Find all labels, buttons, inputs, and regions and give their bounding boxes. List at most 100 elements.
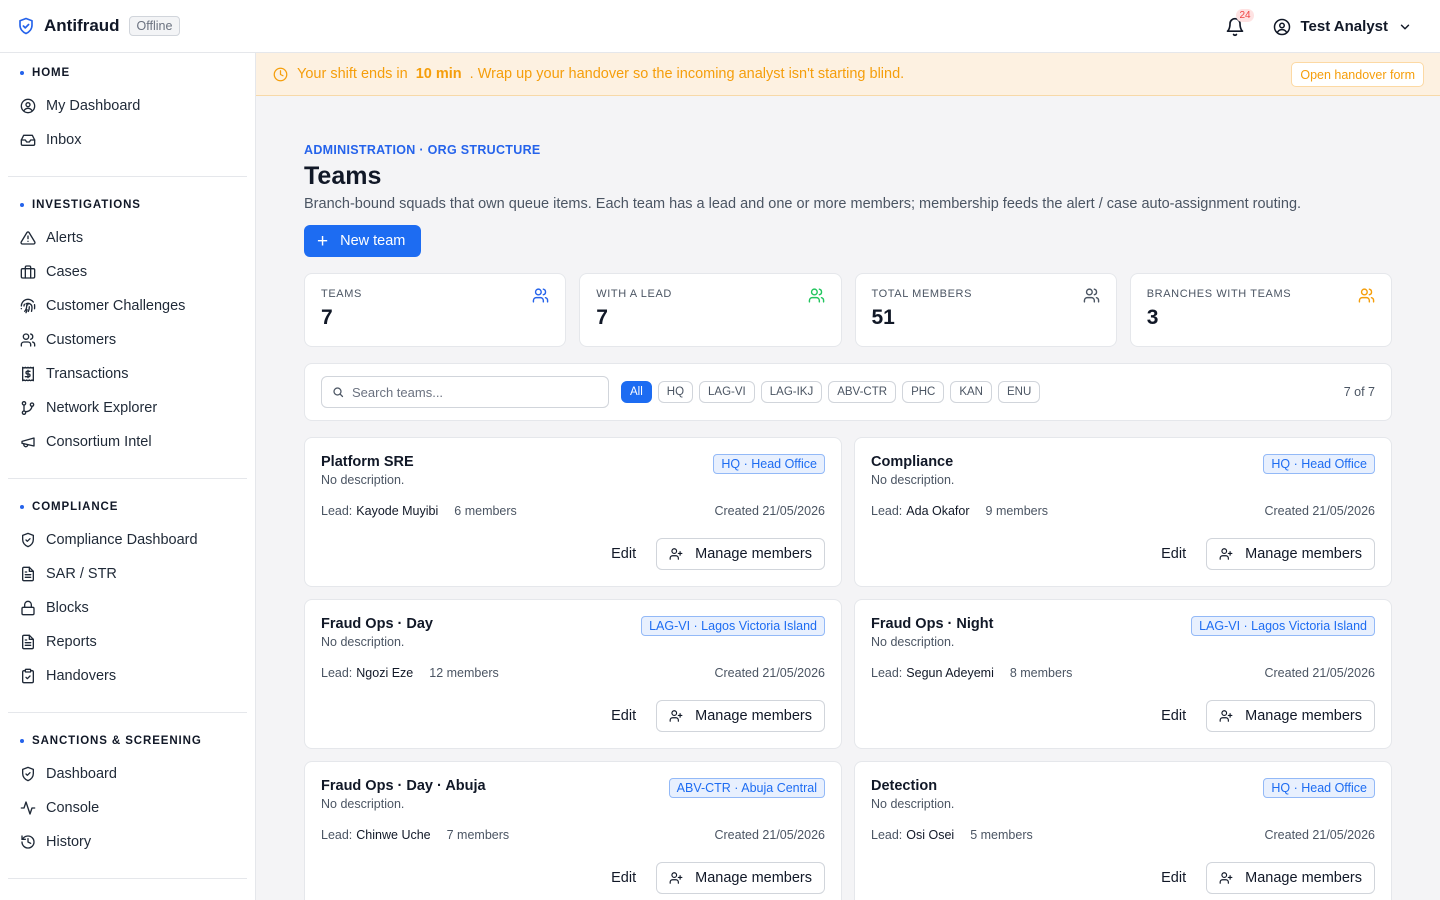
main-content: Your shift ends in 10 min . Wrap up your… (256, 53, 1440, 900)
user-plus-icon (669, 872, 683, 884)
lead-name: Ada Okafor (906, 504, 970, 518)
open-handover-form-button[interactable]: Open handover form (1291, 62, 1424, 87)
search-input[interactable] (352, 384, 592, 400)
team-card: Fraud Ops · Night No description. LAG-VI… (854, 599, 1392, 749)
created-date: Created 21/05/2026 (714, 666, 825, 680)
sidebar-item-alerts[interactable]: Alerts (8, 221, 247, 255)
branch-filter-chips: All HQ LAG-VI LAG-IKJ ABV-CTR PHC KAN EN… (621, 381, 1041, 403)
shift-banner: Your shift ends in 10 min . Wrap up your… (256, 53, 1440, 96)
app-name: Antifraud (44, 16, 120, 35)
sidebar-item-sar-str[interactable]: SAR / STR (8, 557, 247, 591)
manage-members-button[interactable]: Manage members (656, 862, 825, 894)
branch-badge: HQ · Head Office (713, 454, 825, 474)
sidebar-item-compliance-dashboard[interactable]: Compliance Dashboard (8, 523, 247, 557)
chevron-down-icon (1400, 24, 1410, 29)
edit-button[interactable]: Edit (611, 546, 636, 562)
filter-bar: All HQ LAG-VI LAG-IKJ ABV-CTR PHC KAN EN… (304, 363, 1392, 421)
filter-chip-hq[interactable]: HQ (657, 381, 694, 403)
user-circle-icon (1274, 18, 1291, 35)
user-plus-icon (669, 548, 683, 560)
edit-button[interactable]: Edit (611, 708, 636, 724)
sidebar-item-customers[interactable]: Customers (8, 323, 247, 357)
breadcrumb: ADMINISTRATION · ORG STRUCTURE (304, 143, 541, 157)
user-name: Test Analyst (1300, 18, 1388, 35)
briefcase-icon (20, 265, 36, 279)
notifications-button[interactable]: 24 (1225, 8, 1254, 37)
shield-check-icon (22, 532, 34, 548)
manage-members-button[interactable]: Manage members (656, 700, 825, 732)
lead-name: Ngozi Eze (356, 666, 414, 680)
filter-chip-enu[interactable]: ENU (998, 381, 1041, 403)
manage-members-button[interactable]: Manage members (1206, 538, 1375, 570)
filter-chip-lag-vi[interactable]: LAG-VI (699, 381, 755, 403)
branch-badge: ABV-CTR · Abuja Central (668, 778, 825, 798)
team-description: No description. (871, 635, 955, 649)
sidebar-item-inbox[interactable]: Inbox (8, 123, 247, 157)
shield-check-icon (19, 17, 33, 35)
edit-button[interactable]: Edit (611, 870, 636, 886)
sidebar-section-investigations: INVESTIGATIONS Alerts Cases Customer Cha… (0, 177, 255, 459)
team-card: Compliance No description. HQ · Head Off… (854, 437, 1392, 587)
lead-label: Lead: (321, 504, 353, 518)
git-branch-icon (21, 401, 35, 415)
sidebar: HOME My Dashboard Inbox INVESTIGATIONS A… (0, 53, 256, 900)
filter-chip-abv-ctr[interactable]: ABV-CTR (828, 381, 897, 403)
filter-chip-kan[interactable]: KAN (950, 381, 992, 403)
member-count: 5 members (970, 828, 1033, 842)
new-team-button[interactable]: + New team (304, 225, 421, 257)
sidebar-item-history[interactable]: History (8, 825, 247, 859)
sidebar-item-console[interactable]: Console (8, 791, 247, 825)
sidebar-section-title: SANCTIONS & SCREENING (8, 731, 247, 751)
sidebar-item-cases[interactable]: Cases (8, 255, 247, 289)
users-icon (20, 333, 36, 347)
branch-badge: HQ · Head Office (1263, 778, 1375, 798)
user-menu[interactable]: Test Analyst (1273, 18, 1412, 36)
teams-grid: Platform SRE No description. HQ · Head O… (304, 437, 1392, 900)
sidebar-section-title: HOME (8, 63, 247, 83)
banner-prefix: Your shift ends in (297, 66, 408, 82)
filter-chip-lag-ikj[interactable]: LAG-IKJ (760, 381, 823, 403)
search-icon (333, 387, 344, 398)
sidebar-section-title: COMPLIANCE (8, 497, 247, 517)
sidebar-item-reports[interactable]: Reports (8, 625, 247, 659)
sidebar-item-network-explorer[interactable]: Network Explorer (8, 391, 247, 425)
sidebar-section-home: HOME My Dashboard Inbox (0, 53, 255, 157)
banner-suffix: . Wrap up your handover so the incoming … (469, 66, 905, 82)
edit-button[interactable]: Edit (1161, 546, 1186, 562)
plus-icon: + (317, 230, 329, 252)
clipboard-check-icon (22, 668, 34, 684)
manage-members-button[interactable]: Manage members (656, 538, 825, 570)
brand[interactable]: Antifraud Offline (0, 16, 181, 36)
users-icon (808, 288, 824, 303)
edit-button[interactable]: Edit (1161, 708, 1186, 724)
filter-chip-all[interactable]: All (621, 381, 652, 403)
banner-time: 10 min (415, 66, 462, 82)
lead-label: Lead: (871, 504, 903, 518)
branch-badge: LAG-VI · Lagos Victoria Island (1191, 616, 1375, 636)
filter-chip-phc[interactable]: PHC (902, 381, 945, 403)
edit-button[interactable]: Edit (1161, 870, 1186, 886)
manage-members-button[interactable]: Manage members (1206, 862, 1375, 894)
file-text-icon (22, 566, 34, 582)
team-description: No description. (321, 635, 405, 649)
lead-name: Segun Adeyemi (906, 666, 994, 680)
created-date: Created 21/05/2026 (714, 504, 825, 518)
sidebar-item-blocks[interactable]: Blocks (8, 591, 247, 625)
team-card: Detection No description. HQ · Head Offi… (854, 761, 1392, 900)
created-date: Created 21/05/2026 (714, 828, 825, 842)
user-circle-icon (20, 98, 36, 114)
lead-label: Lead: (321, 828, 353, 842)
stat-card-branches: BRANCHES WITH TEAMS 3 (1129, 273, 1392, 347)
sidebar-item-transactions[interactable]: Transactions (8, 357, 247, 391)
inbox-icon (20, 134, 36, 146)
sidebar-item-sanctions-dashboard[interactable]: Dashboard (8, 757, 247, 791)
megaphone-icon (21, 437, 35, 448)
fingerprint-icon (20, 298, 36, 314)
sidebar-item-consortium-intel[interactable]: Consortium Intel (8, 425, 247, 459)
sidebar-item-my-dashboard[interactable]: My Dashboard (8, 89, 247, 123)
sidebar-item-handovers[interactable]: Handovers (8, 659, 247, 693)
manage-members-button[interactable]: Manage members (1206, 700, 1375, 732)
search-box[interactable] (321, 376, 609, 408)
sidebar-item-customer-challenges[interactable]: Customer Challenges (8, 289, 247, 323)
user-plus-icon (1219, 548, 1233, 560)
